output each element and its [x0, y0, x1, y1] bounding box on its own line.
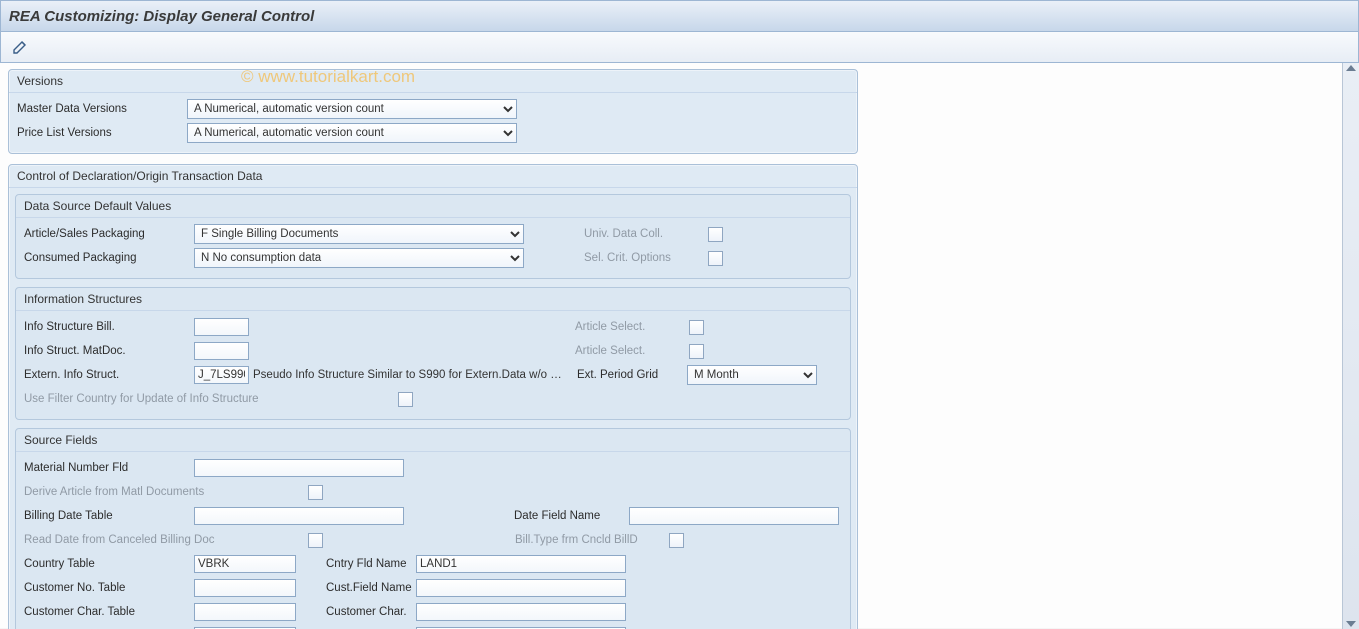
- checkbox-billtype-cncld[interactable]: [669, 533, 684, 548]
- select-consumed-packaging[interactable]: N No consumption data: [194, 248, 524, 268]
- input-billing-date-table[interactable]: [194, 507, 404, 525]
- label-article-select-1: Article Select.: [575, 321, 685, 333]
- input-material-number-fld[interactable]: [194, 459, 404, 477]
- subgroup-title-source: Source Fields: [16, 429, 850, 452]
- label-cust-field-name: Cust.Field Name: [326, 582, 416, 594]
- subgroup-source: Source Fields Material Number Fld Derive…: [15, 428, 851, 629]
- subgroup-dsdv: Data Source Default Values Article/Sales…: [15, 194, 851, 279]
- label-read-date-canceled: Read Date from Canceled Billing Doc: [22, 534, 304, 546]
- label-filter-country: Use Filter Country for Update of Info St…: [22, 393, 394, 405]
- vertical-scrollbar[interactable]: [1342, 63, 1359, 629]
- input-country-fld[interactable]: [416, 555, 626, 573]
- label-sel-crit-options: Sel. Crit. Options: [584, 252, 704, 264]
- group-control: Control of Declaration/Origin Transactio…: [8, 164, 858, 629]
- input-country-table[interactable]: [194, 555, 296, 573]
- checkbox-derive-article[interactable]: [308, 485, 323, 500]
- input-customer-char-table[interactable]: [194, 603, 296, 621]
- label-article-select-2: Article Select.: [575, 345, 685, 357]
- input-date-field-name[interactable]: [629, 507, 839, 525]
- select-price-list-versions[interactable]: A Numerical, automatic version count: [187, 123, 517, 143]
- label-univ-data-coll: Univ. Data Coll.: [584, 228, 704, 240]
- label-material-number-fld: Material Number Fld: [22, 462, 194, 474]
- label-billing-date-table: Billing Date Table: [22, 510, 194, 522]
- input-info-struct-bill[interactable]: [194, 318, 249, 336]
- scroll-down-icon[interactable]: [1346, 621, 1356, 627]
- input-extern-info-struct[interactable]: [194, 366, 249, 384]
- checkbox-filter-country[interactable]: [398, 392, 413, 407]
- group-versions: Versions Master Data Versions A Numerica…: [8, 69, 858, 154]
- select-article-sales-packaging[interactable]: F Single Billing Documents: [194, 224, 524, 244]
- page-title: REA Customizing: Display General Control: [0, 0, 1359, 32]
- checkbox-univ-data-coll[interactable]: [708, 227, 723, 242]
- label-info-struct-bill: Info Structure Bill.: [22, 321, 194, 333]
- group-title-versions: Versions: [9, 70, 857, 93]
- label-derive-article: Derive Article from Matl Documents: [22, 486, 304, 498]
- group-title-control: Control of Declaration/Origin Transactio…: [9, 165, 857, 188]
- label-extern-info-struct: Extern. Info Struct.: [22, 369, 194, 381]
- edit-icon[interactable]: [9, 36, 31, 58]
- label-country-table: Country Table: [22, 558, 194, 570]
- label-country-fld: Cntry Fld Name: [326, 558, 416, 570]
- checkbox-read-date-canceled[interactable]: [308, 533, 323, 548]
- label-date-field-name: Date Field Name: [514, 510, 629, 522]
- checkbox-article-select-1[interactable]: [689, 320, 704, 335]
- select-master-data-versions[interactable]: A Numerical, automatic version count: [187, 99, 517, 119]
- desc-extern-info-struct: Pseudo Info Structure Similar to S990 fo…: [249, 369, 577, 381]
- label-info-struct-matdoc: Info Struct. MatDoc.: [22, 345, 194, 357]
- label-price-list-versions: Price List Versions: [15, 127, 187, 139]
- subgroup-title-dsdv: Data Source Default Values: [16, 195, 850, 218]
- input-info-struct-matdoc[interactable]: [194, 342, 249, 360]
- label-consumed-packaging: Consumed Packaging: [22, 252, 194, 264]
- input-cust-field-name[interactable]: [416, 579, 626, 597]
- label-article-sales-packaging: Article/Sales Packaging: [22, 228, 194, 240]
- page-title-text: REA Customizing: Display General Control: [9, 8, 314, 25]
- content-area: Versions Master Data Versions A Numerica…: [0, 63, 1342, 629]
- label-customer-char-table: Customer Char. Table: [22, 606, 194, 618]
- subgroup-title-info: Information Structures: [16, 288, 850, 311]
- label-customer-no-table: Customer No. Table: [22, 582, 194, 594]
- label-ext-period-grid: Ext. Period Grid: [577, 369, 687, 381]
- input-customer-no-table[interactable]: [194, 579, 296, 597]
- subgroup-info: Information Structures Info Structure Bi…: [15, 287, 851, 420]
- select-ext-period-grid[interactable]: M Month: [687, 365, 817, 385]
- toolbar: © www.tutorialkart.com: [0, 32, 1359, 63]
- input-customer-char[interactable]: [416, 603, 626, 621]
- label-customer-char: Customer Char.: [326, 606, 416, 618]
- scroll-up-icon[interactable]: [1346, 65, 1356, 71]
- label-master-data-versions: Master Data Versions: [15, 103, 187, 115]
- checkbox-article-select-2[interactable]: [689, 344, 704, 359]
- checkbox-sel-crit-options[interactable]: [708, 251, 723, 266]
- label-billtype-cncld: Bill.Type frm Cncld BillD: [515, 534, 665, 546]
